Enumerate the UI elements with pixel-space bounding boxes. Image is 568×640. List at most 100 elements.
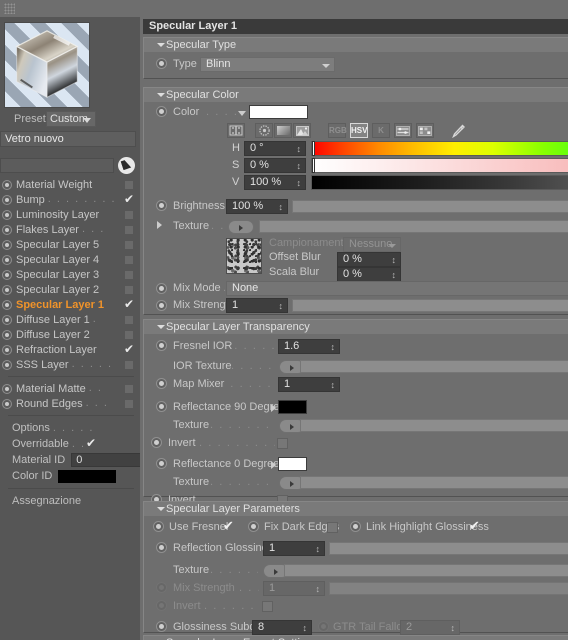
channel-checkbox[interactable] (124, 269, 134, 280)
hsv-mode-button[interactable]: HSV (350, 123, 368, 138)
assignment-label[interactable]: Assegnazione (0, 493, 140, 509)
rgb-mode-button[interactable]: RGB (328, 123, 347, 138)
reflectance-0-swatch[interactable] (278, 457, 307, 471)
channel-radio-icon[interactable] (2, 209, 12, 220)
channel-radio-icon[interactable] (2, 299, 12, 310)
reflectance-90-expand-icon[interactable] (271, 404, 276, 412)
group-header-specular-transparency[interactable]: Specular Layer Transparency (144, 320, 568, 334)
reflection-glossiness-input[interactable]: 1 ↕ (263, 541, 325, 556)
reflectance-0-texture-field[interactable] (300, 476, 568, 489)
channel-checkbox[interactable] (124, 343, 134, 355)
glossiness-invert-radio-icon[interactable] (156, 600, 167, 611)
image-icon[interactable] (293, 123, 311, 138)
list-item[interactable]: Diffuse Layer 2 (0, 327, 140, 342)
texture-thumbnail[interactable] (226, 238, 262, 274)
mix-strength-input[interactable]: 1 ↕ (226, 298, 288, 313)
material-preview[interactable] (4, 22, 90, 108)
texture-browse-button[interactable] (228, 220, 254, 234)
channel-checkbox[interactable] (124, 329, 134, 340)
glossiness-subdivs-input[interactable]: 8 ↕ (252, 620, 312, 635)
channel-radio-icon[interactable] (2, 224, 12, 235)
value-gradient-slider[interactable] (311, 175, 568, 190)
color-radio-icon[interactable] (156, 106, 167, 117)
channel-checkbox[interactable] (124, 224, 134, 235)
channel-checkbox[interactable] (124, 179, 134, 190)
saturation-input[interactable]: 0 % ↕ (244, 158, 306, 173)
link-highlight-checkbox[interactable] (469, 519, 480, 533)
use-fresnel-radio-icon[interactable] (153, 521, 164, 532)
group-header-expert-settings[interactable]: Specular Layer Expert Settings (144, 636, 568, 640)
color-expand-icon[interactable] (238, 111, 246, 116)
list-item[interactable]: Specular Layer 5 (0, 237, 140, 252)
preset-dropdown[interactable]: Custom (46, 111, 96, 127)
hue-input[interactable]: 0 ° ↕ (244, 141, 306, 156)
material-name-input[interactable]: Vetro nuovo (0, 131, 136, 147)
stepper-icon[interactable]: ↕ (451, 622, 456, 634)
glossiness-texture-field[interactable] (284, 564, 568, 577)
reflectance-0-radio-icon[interactable] (156, 458, 167, 469)
type-radio-icon[interactable] (156, 58, 167, 69)
specular-color-swatch[interactable] (249, 105, 308, 119)
reflectance-90-texture-field[interactable] (300, 419, 568, 432)
list-item[interactable]: Diffuse Layer 1 . (0, 312, 140, 327)
stepper-icon[interactable]: ↕ (303, 622, 308, 634)
gtr-tail-radio-icon[interactable] (318, 621, 329, 632)
stepper-icon[interactable]: ↕ (279, 201, 284, 213)
channel-radio-icon[interactable] (2, 314, 12, 325)
saturation-slider-knob[interactable] (312, 158, 315, 173)
list-item[interactable]: Refraction Layer (0, 342, 140, 357)
swatches-icon[interactable] (416, 123, 434, 138)
channel-checkbox[interactable] (124, 359, 134, 370)
glossiness-mix-strength-radio-icon[interactable] (156, 582, 167, 593)
channel-checkbox[interactable] (124, 209, 134, 220)
color-wheel-icon[interactable] (255, 123, 273, 138)
list-item[interactable]: Material Weight (0, 177, 140, 192)
list-item[interactable]: Bump . . . . . . . . . (0, 192, 140, 207)
channel-radio-icon[interactable] (2, 383, 12, 394)
overridable-checkbox[interactable] (86, 437, 96, 449)
group-header-specular-type[interactable]: Specular Type (144, 38, 568, 52)
texture-cursor-icon[interactable] (118, 157, 135, 174)
list-item[interactable]: Round Edges . . . (0, 396, 140, 411)
glossiness-invert-checkbox[interactable] (262, 601, 273, 612)
stepper-icon[interactable]: ↕ (331, 379, 336, 391)
reflection-glossiness-slider[interactable] (329, 542, 568, 555)
reflectance-0-expand-icon[interactable] (271, 461, 276, 469)
material-texture-input[interactable] (0, 158, 114, 173)
sidebar-item-specular-layer-1[interactable]: Specular Layer 1 (0, 297, 140, 312)
sliders-icon[interactable] (394, 123, 412, 138)
texture-path-field[interactable] (259, 220, 568, 233)
channel-checkbox[interactable] (124, 284, 134, 295)
list-item[interactable]: Material Matte . . (0, 381, 140, 396)
offset-blur-input[interactable]: 0 % ↕ (337, 252, 401, 267)
grip-handle-icon[interactable] (4, 3, 15, 14)
channel-radio-icon[interactable] (2, 194, 12, 205)
material-id-row[interactable]: Material ID . . . 0 ↕ (0, 452, 154, 468)
saturation-gradient-slider[interactable] (311, 158, 568, 173)
mix-mode-radio-icon[interactable] (156, 283, 167, 294)
texture-expand-icon[interactable] (157, 221, 162, 229)
glossiness-subdivs-radio-icon[interactable] (156, 621, 167, 632)
list-item[interactable]: Specular Layer 2 (0, 282, 140, 297)
glossiness-mix-strength-slider[interactable] (329, 582, 568, 595)
link-highlight-radio-icon[interactable] (350, 521, 361, 532)
mix-mode-dropdown[interactable]: None (226, 281, 568, 296)
channel-checkbox[interactable] (124, 383, 134, 394)
reflectance-90-invert-checkbox[interactable] (277, 438, 288, 449)
channel-radio-icon[interactable] (2, 254, 12, 265)
fresnel-ior-input[interactable]: 1.6 ↕ (278, 339, 340, 354)
stepper-icon[interactable]: ↕ (279, 300, 284, 312)
channel-checkbox[interactable] (124, 254, 134, 265)
list-item[interactable]: SSS Layer . . . . . (0, 357, 140, 372)
brightness-radio-icon[interactable] (156, 200, 167, 211)
channel-radio-icon[interactable] (2, 179, 12, 190)
brightness-slider[interactable] (292, 200, 568, 213)
channel-checkbox[interactable] (124, 398, 134, 409)
stepper-icon[interactable]: ↕ (297, 143, 302, 155)
glossiness-mix-strength-input[interactable]: 1 ↕ (263, 581, 325, 596)
group-header-specular-parameters[interactable]: Specular Layer Parameters (144, 502, 568, 516)
channel-checkbox[interactable] (124, 298, 134, 310)
reflectance-90-swatch[interactable] (278, 400, 307, 414)
mix-strength-radio-icon[interactable] (156, 300, 167, 311)
value-input[interactable]: 100 % ↕ (244, 175, 306, 190)
